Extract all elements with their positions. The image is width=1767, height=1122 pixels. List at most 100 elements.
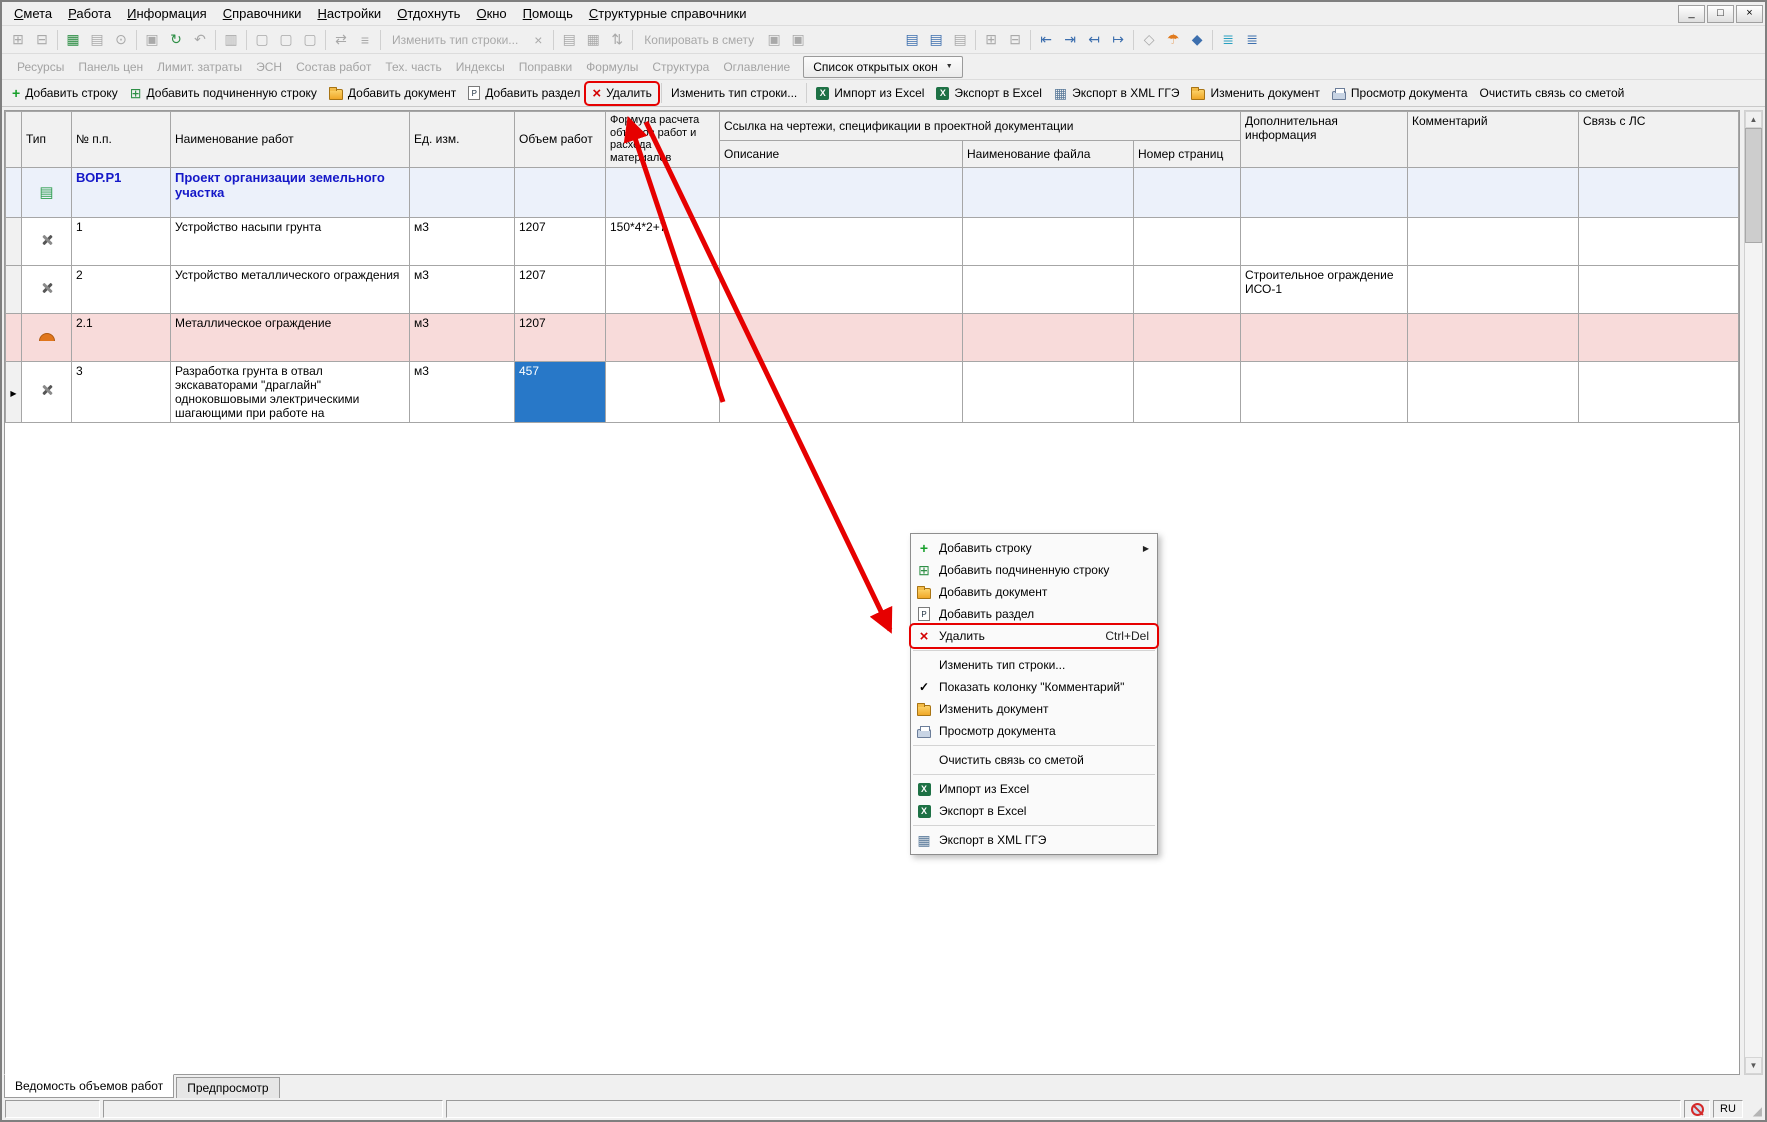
context-view-document[interactable]: Просмотр документа: [911, 720, 1157, 742]
cell-link-file[interactable]: [963, 265, 1134, 313]
section-doc-icon[interactable]: ▤: [900, 28, 924, 51]
context-import-excel[interactable]: X Импорт из Excel: [911, 778, 1157, 800]
paste-icon[interactable]: ▣: [786, 28, 810, 51]
scroll-up-icon[interactable]: ▲: [1745, 111, 1762, 128]
cell-name[interactable]: Металлическое ограждение: [171, 313, 410, 361]
indent-right-icon[interactable]: ⇥: [1058, 28, 1082, 51]
context-clear-estimate-link[interactable]: Очистить связь со сметой: [911, 749, 1157, 771]
table-icon[interactable]: ▦: [581, 28, 605, 51]
cell-name[interactable]: Разработка грунта в отвал экскаваторами …: [171, 361, 410, 422]
context-export-excel[interactable]: X Экспорт в Excel: [911, 800, 1157, 822]
edit-document-button[interactable]: Изменить документ: [1185, 83, 1325, 103]
exchange-icon[interactable]: ⇄: [329, 28, 353, 51]
add-document-button[interactable]: Добавить документ: [323, 83, 462, 103]
sort-icon[interactable]: ⇅: [605, 28, 629, 51]
menu-okno[interactable]: Окно: [468, 3, 514, 24]
cell-comment[interactable]: [1408, 167, 1579, 217]
cell-type[interactable]: [22, 361, 72, 422]
shape-icon[interactable]: ◇: [1137, 28, 1161, 51]
menu-strukturnye-spravochniki[interactable]: Структурные справочники: [581, 3, 755, 24]
material-row[interactable]: 2.1 Металлическое ограждение м3 1207: [6, 313, 1739, 361]
document-icon[interactable]: ▢: [298, 28, 322, 51]
cell-name[interactable]: Устройство насыпи грунта: [171, 217, 410, 265]
close-x-icon[interactable]: ×: [526, 28, 550, 51]
context-delete[interactable]: × Удалить Ctrl+Del: [911, 625, 1157, 647]
cell-comment[interactable]: [1408, 313, 1579, 361]
cell-num[interactable]: 2: [72, 265, 171, 313]
rhomb-icon[interactable]: ◆: [1185, 28, 1209, 51]
price-panel-icon[interactable]: ▤: [85, 28, 109, 51]
cell-link-file[interactable]: [963, 361, 1134, 422]
cell-link-pages[interactable]: [1134, 313, 1241, 361]
work-row[interactable]: 2 Устройство металлического ограждения м…: [6, 265, 1739, 313]
document-icon[interactable]: ▢: [250, 28, 274, 51]
tree-plus-icon[interactable]: ⊞: [979, 28, 1003, 51]
cell-volume[interactable]: 1207: [515, 217, 606, 265]
menu-pomosch[interactable]: Помощь: [515, 3, 581, 24]
print-icon[interactable]: ▤: [557, 28, 581, 51]
cell-comment[interactable]: [1408, 361, 1579, 422]
import-excel-button[interactable]: X Импорт из Excel: [810, 83, 930, 103]
cell-unit[interactable]: м3: [410, 217, 515, 265]
cell-link-pages[interactable]: [1134, 361, 1241, 422]
cell-comment[interactable]: [1408, 217, 1579, 265]
cell-link-desc[interactable]: [720, 167, 963, 217]
export-xml-button[interactable]: ▦ Экспорт в XML ГГЭ: [1048, 83, 1186, 103]
structure-expand-icon[interactable]: ⊞: [6, 28, 30, 51]
view-document-button[interactable]: Просмотр документа: [1326, 83, 1474, 103]
scroll-down-icon[interactable]: ▼: [1745, 1057, 1762, 1074]
tab-predprosmotr[interactable]: Предпросмотр: [176, 1077, 279, 1100]
cell-link-desc[interactable]: [720, 217, 963, 265]
cell-link-pages[interactable]: [1134, 265, 1241, 313]
cell-name[interactable]: Устройство металлического ограждения: [171, 265, 410, 313]
section-doc-icon[interactable]: ▤: [924, 28, 948, 51]
cell-num[interactable]: 1: [72, 217, 171, 265]
cell-link-desc[interactable]: [720, 361, 963, 422]
cell-formula[interactable]: [606, 313, 720, 361]
layers-icon[interactable]: ≣: [1240, 28, 1264, 51]
cell-link-file[interactable]: [963, 217, 1134, 265]
change-row-type-button[interactable]: Изменить тип строки...: [665, 83, 803, 103]
cell-extra[interactable]: [1241, 167, 1408, 217]
document-icon[interactable]: ▢: [274, 28, 298, 51]
cell-link-desc[interactable]: [720, 265, 963, 313]
cell-volume[interactable]: 1207: [515, 313, 606, 361]
move-right-icon[interactable]: ↦: [1106, 28, 1130, 51]
cell-type[interactable]: ▤: [22, 167, 72, 217]
copy-icon[interactable]: ▣: [762, 28, 786, 51]
cell-volume[interactable]: [515, 167, 606, 217]
cell-link-desc[interactable]: [720, 313, 963, 361]
menu-spravochniki[interactable]: Справочники: [215, 3, 310, 24]
context-add-section[interactable]: Р Добавить раздел: [911, 603, 1157, 625]
list-icon[interactable]: ≡: [353, 28, 377, 51]
menu-smeta[interactable]: Смета: [6, 3, 60, 24]
cell-extra[interactable]: [1241, 217, 1408, 265]
cell-formula[interactable]: [606, 167, 720, 217]
input-lang-indicator[interactable]: RU: [1713, 1100, 1743, 1118]
cell-type[interactable]: [22, 217, 72, 265]
cell-num[interactable]: 2.1: [72, 313, 171, 361]
section-doc-icon[interactable]: ▤: [948, 28, 972, 51]
context-add-document[interactable]: Добавить документ: [911, 581, 1157, 603]
cell-unit[interactable]: м3: [410, 361, 515, 422]
cell-ls[interactable]: [1579, 361, 1739, 422]
umbrella-icon[interactable]: ☂: [1161, 28, 1185, 51]
delete-button[interactable]: × Удалить: [586, 83, 658, 104]
cell-type[interactable]: [22, 265, 72, 313]
cell-link-pages[interactable]: [1134, 167, 1241, 217]
layers-icon[interactable]: ≣: [1216, 28, 1240, 51]
save-icon[interactable]: ▣: [140, 28, 164, 51]
context-add-row[interactable]: + Добавить строку ▶: [911, 537, 1157, 559]
cell-formula[interactable]: 150*4*2+7: [606, 217, 720, 265]
cell-volume[interactable]: 1207: [515, 265, 606, 313]
move-left-icon[interactable]: ↤: [1082, 28, 1106, 51]
refresh-icon[interactable]: ↻: [164, 28, 188, 51]
context-show-comment-column[interactable]: ✓ Показать колонку "Комментарий": [911, 676, 1157, 698]
cell-unit[interactable]: м3: [410, 265, 515, 313]
current-work-row[interactable]: ▶ 3 Разработка грунта в отвал экскаватор…: [6, 361, 1739, 422]
selected-cell[interactable]: 457: [515, 361, 606, 422]
excel-icon[interactable]: ▦: [61, 28, 85, 51]
context-add-child-row[interactable]: ⊞ Добавить подчиненную строку: [911, 559, 1157, 581]
scrollbar-track[interactable]: [1745, 243, 1762, 1057]
cell-name[interactable]: Проект организации земельного участка: [171, 167, 410, 217]
